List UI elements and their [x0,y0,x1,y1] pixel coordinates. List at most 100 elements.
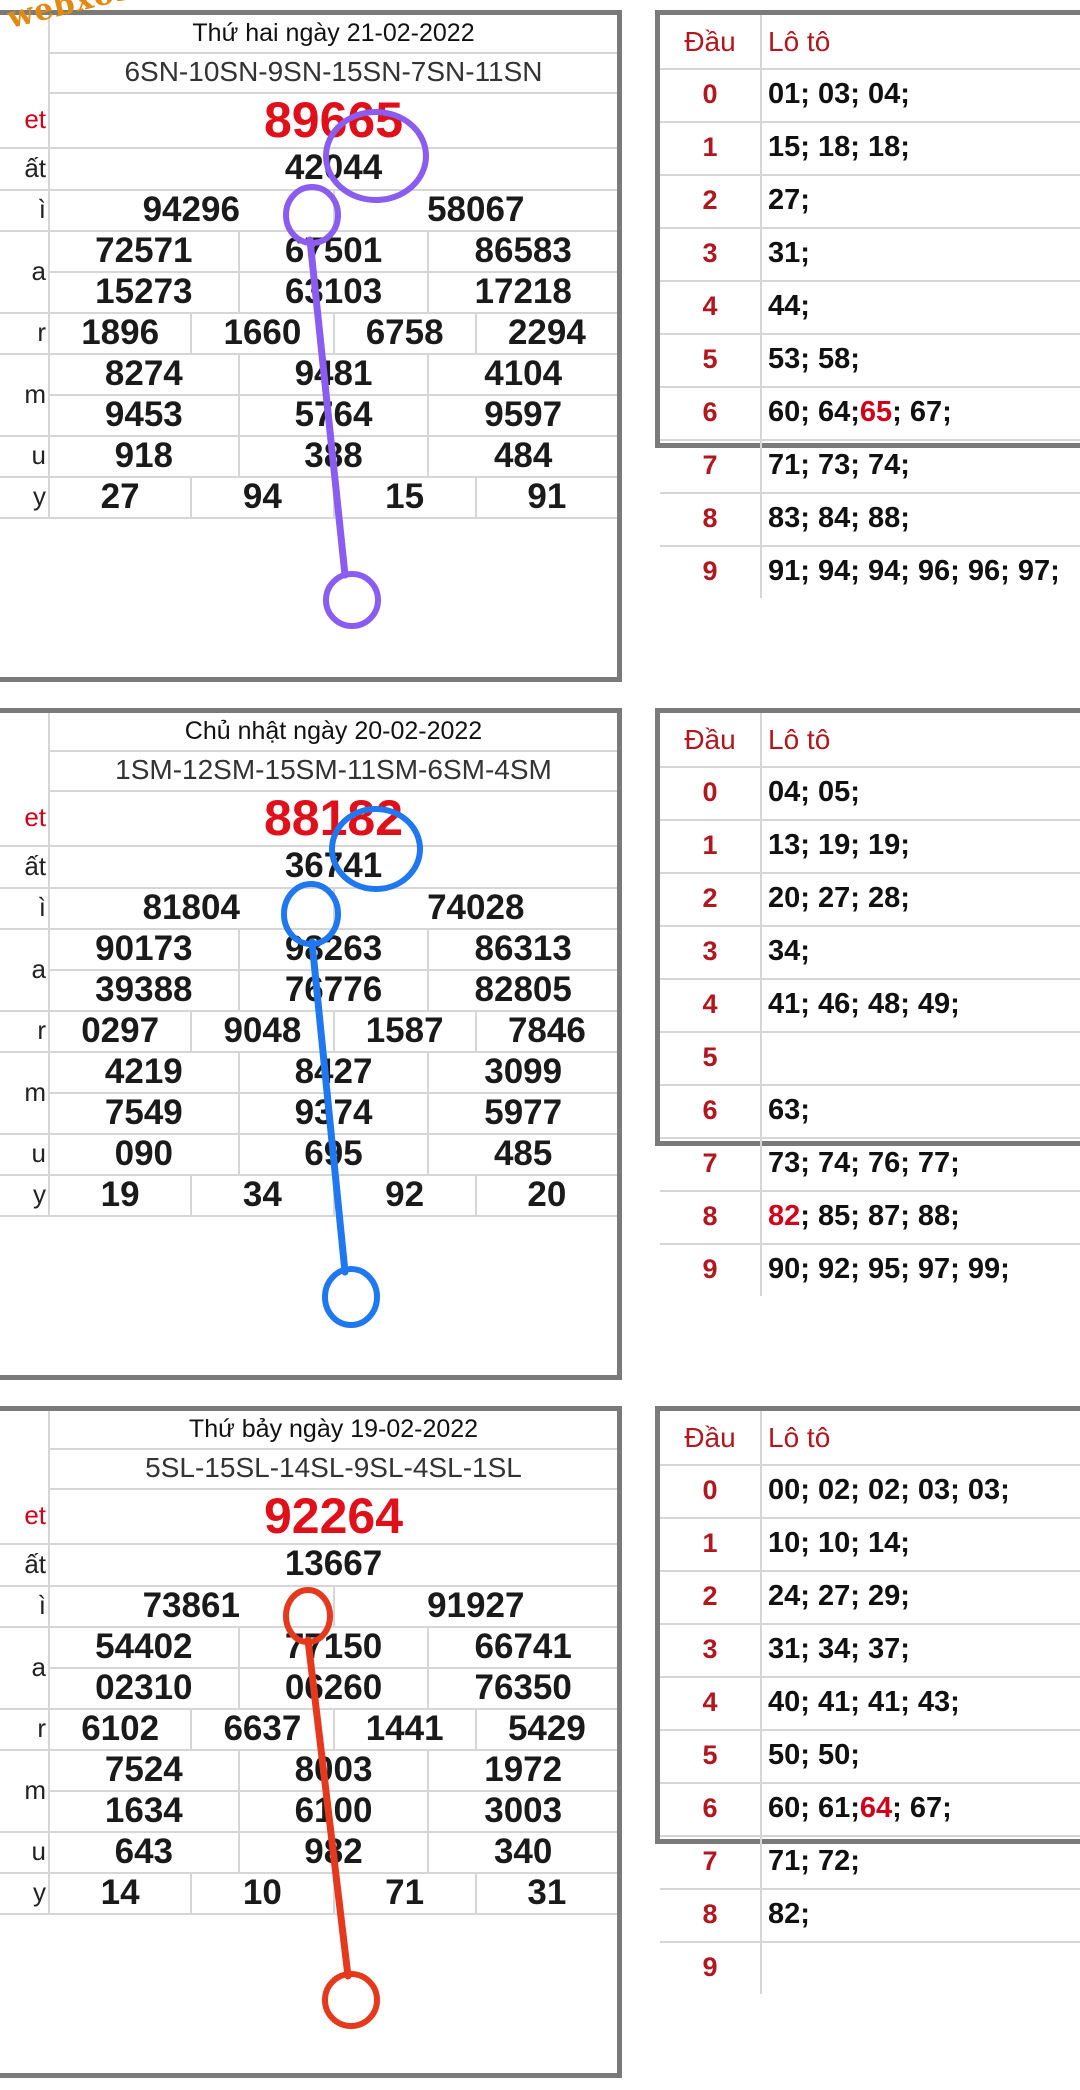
second-prize: ì 81804 74028 [0,887,617,930]
loto-values: 27; [768,174,1080,227]
third-prize: a 54402 77150 66741 02310 06260 76350 [0,1626,617,1710]
loto-text: 00; 02; 02; 03; 03; [768,1474,1010,1506]
loto-row: 8 82; [660,1888,1080,1943]
loto-text: ; 67; [892,396,952,428]
loto-values: 44; [768,280,1080,333]
seventh-prize-value: 92 [332,1174,475,1215]
loto-text: 04; 05; [768,776,860,808]
third-prize-value: 67501 [237,230,428,271]
codes-row: 1SM-12SM-15SM-11SM-6SM-4SM [50,750,617,792]
third-prize: a 90173 98263 86313 39388 76776 82805 [0,928,617,1012]
loto-head-digit: 9 [660,1941,762,1994]
loto-text: 44; [768,290,810,322]
loto-row: 9 91; 94; 94; 96; 96; 97; [660,545,1080,598]
loto-head-digit: 0 [660,1464,762,1517]
fifth-prize-value: 9374 [237,1092,428,1133]
loto-values: 31; [768,227,1080,280]
second-prize-value: 94296 [142,189,240,229]
loto-head-digit: 6 [660,386,762,439]
date-title: Thứ hai ngày 21-02-2022 [192,19,475,47]
first-prize-label: ất [0,1543,50,1585]
fifth-prize-value: 3003 [427,1790,617,1831]
seventh-prize-value: 14 [100,1872,140,1912]
fifth-prize-value: 3099 [427,1051,617,1092]
first-prize-value: 42044 [284,148,383,187]
loto-values: 04; 05; [768,766,1080,819]
loto-row: 2 24; 27; 29; [660,1570,1080,1625]
fifth-prize-value: 9597 [427,394,617,435]
loto-highlight: 64 [859,1792,893,1824]
loto-row: 8 83; 84; 88; [660,492,1080,547]
loto-highlight: 82 [768,1200,801,1232]
prize-codes: 6SN-10SN-9SN-15SN-7SN-11SN [124,56,543,87]
loto-head-digit: 1 [660,1517,762,1570]
label-strip [0,713,50,790]
third-prize-value: 17218 [427,271,617,312]
loto-row: 4 44; [660,280,1080,335]
third-prize-value: 63103 [237,271,428,312]
loto-text: 63; [768,1094,810,1126]
third-prize-value: 54402 [95,1626,193,1666]
seventh-prize-value: 19 [100,1174,140,1214]
loto-values: 90; 92; 95; 97; 99; [768,1243,1080,1296]
loto-header-head: Đầu [660,713,762,766]
special-prize-value: 89665 [263,91,404,148]
fourth-prize-value: 7846 [474,1010,617,1051]
sixth-prize-value: 090 [114,1133,174,1173]
loto-text: 71; 73; 74; [768,449,910,481]
third-prize-subrow: 90173 98263 86313 [50,928,617,971]
seventh-prize: y 19 34 92 20 [0,1174,617,1217]
loto-head-digit: 3 [660,227,762,280]
codes-cells: 1SM-12SM-15SM-11SM-6SM-4SM [50,750,617,790]
loto-values: 60; 64; 65; 67; [768,386,1080,439]
sixth-prize-cells: 918 388 484 [50,435,617,476]
loto-row: 4 40; 41; 41; 43; [660,1676,1080,1731]
loto-row: 9 90; 92; 95; 97; 99; [660,1243,1080,1296]
seventh-prize-cells: 19 34 92 20 [50,1174,617,1215]
fourth-prize-value: 0297 [81,1010,160,1050]
fifth-prize-value: 7549 [104,1092,183,1132]
fifth-prize-subrow: 9453 5764 9597 [50,394,617,435]
special-prize: et 92264 [0,1488,617,1545]
second-prize: ì 73861 91927 [0,1585,617,1628]
fifth-prize-subrow: 7524 8003 1972 [50,1749,617,1792]
loto-row: 6 60; 64; 65; 67; [660,386,1080,441]
fifth-prize: m 8274 9481 4104 9453 5764 9597 [0,353,617,437]
loto-head-digit: 5 [660,1729,762,1782]
fifth-prize-label: m [0,1749,50,1831]
loto-row: 5 [660,1031,1080,1086]
fifth-prize-subrow: 4219 8427 3099 [50,1051,617,1094]
loto-table: Đầu Lô tô 0 04; 05; 1 13; 19; 19; 2 20; 27; 28;… [655,708,1080,1296]
third-prize-subrow: 54402 77150 66741 [50,1626,617,1669]
seventh-prize-value: 27 [100,476,140,516]
sixth-prize-value: 388 [237,435,428,476]
loto-text: 83; 84; 88; [768,502,910,534]
third-prize-subrow: 15273 63103 17218 [50,271,617,312]
third-prize-label: a [0,230,50,312]
sixth-prize: u 090 695 485 [0,1133,617,1176]
loto-head-digit: 2 [660,872,762,925]
fourth-prize-value: 6758 [332,312,475,353]
loto-row: 1 13; 19; 19; [660,819,1080,874]
loto-table: Đầu Lô tô 0 00; 02; 02; 03; 03; 1 10; 10; 14;… [655,1406,1080,1994]
loto-values: 13; 19; 19; [768,819,1080,872]
second-prize-value: 73861 [142,1585,240,1625]
loto-text: ; 85; 87; 88; [800,1200,960,1232]
third-prize-value: 98263 [237,928,428,969]
loto-row: 4 41; 46; 48; 49; [660,978,1080,1033]
loto-header: Đầu Lô tô [660,713,1080,768]
loto-head-digit: 8 [660,1888,762,1941]
loto-row: 3 34; [660,925,1080,980]
loto-text: 60; 61; [768,1792,860,1824]
loto-head-digit: 7 [660,439,762,492]
loto-values [768,1031,1080,1084]
third-prize-value: 15273 [95,271,193,311]
loto-row: 0 01; 03; 04; [660,68,1080,123]
sixth-prize-value: 982 [237,1831,428,1872]
special-prize-value: 92264 [263,1487,404,1544]
title-row: Thứ hai ngày 21-02-2022 [50,15,617,54]
results-table: Thứ bảy ngày 19-02-2022 5SL-15SL-14SL-9SL… [0,1406,622,2078]
seventh-prize-value: 71 [332,1872,475,1913]
special-prize-cells: 92264 [50,1487,617,1544]
loto-row: 2 20; 27; 28; [660,872,1080,927]
